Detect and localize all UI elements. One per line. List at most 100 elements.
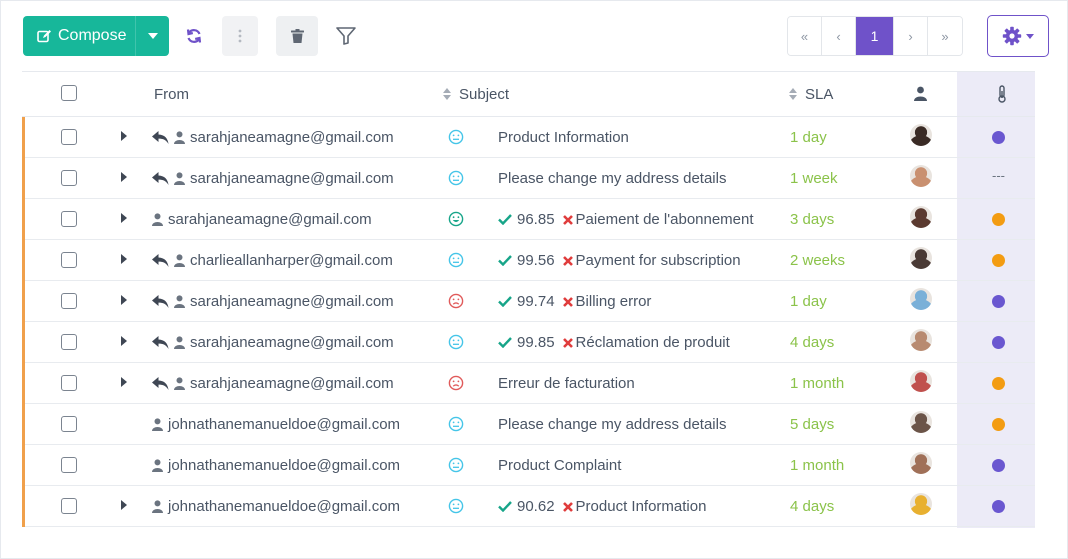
avatar[interactable] bbox=[910, 247, 932, 269]
subject-column-header[interactable]: Subject bbox=[443, 72, 509, 116]
subject-cell[interactable]: Product Complaint bbox=[498, 445, 621, 486]
user-icon bbox=[152, 500, 163, 513]
compose-label: Compose bbox=[58, 27, 127, 44]
compose-button-group: Compose bbox=[23, 16, 169, 56]
subject-cell[interactable]: 96.85 Paiement de l'abonnement bbox=[498, 199, 754, 240]
subject-text: Product Complaint bbox=[498, 457, 622, 474]
delete-button[interactable] bbox=[276, 16, 318, 56]
subject-cell[interactable]: Please change my address details bbox=[498, 404, 726, 445]
row-marker bbox=[22, 199, 25, 240]
avatar[interactable] bbox=[910, 329, 932, 351]
table-row[interactable]: sarahjaneamagne@gmail.com Please change m… bbox=[22, 158, 1035, 199]
current-page-button[interactable]: 1 bbox=[856, 17, 894, 55]
row-checkbox[interactable] bbox=[61, 457, 77, 473]
sla-header-label: SLA bbox=[805, 85, 834, 103]
from-email[interactable]: johnathanemanueldoe@gmail.com bbox=[168, 498, 400, 515]
table-row[interactable]: johnathanemanueldoe@gmail.com Please chan… bbox=[22, 404, 1035, 445]
sla-column-header[interactable]: SLA bbox=[789, 72, 833, 116]
avatar[interactable] bbox=[910, 165, 932, 187]
from-email[interactable]: charlieallanharper@gmail.com bbox=[190, 252, 393, 269]
subject-cell[interactable]: Product Information bbox=[498, 117, 629, 158]
sentiment-happy-icon bbox=[448, 211, 464, 231]
row-checkbox[interactable] bbox=[61, 170, 77, 186]
prev-page-button[interactable]: ‹ bbox=[822, 17, 856, 55]
subject-text: Réclamation de produit bbox=[575, 334, 730, 351]
priority-column-header[interactable] bbox=[997, 85, 1007, 103]
table-row[interactable]: sarahjaneamagne@gmail.com 99.85 Réclamatio… bbox=[22, 322, 1035, 363]
table-row[interactable]: sarahjaneamagne@gmail.com 96.85 Paiement d… bbox=[22, 199, 1035, 240]
priority-dot bbox=[992, 377, 1005, 390]
row-checkbox[interactable] bbox=[61, 334, 77, 350]
row-checkbox[interactable] bbox=[61, 375, 77, 391]
last-page-button[interactable]: » bbox=[928, 17, 962, 55]
priority-dot bbox=[992, 459, 1005, 472]
more-options-button[interactable] bbox=[222, 16, 258, 56]
subject-cell[interactable]: Erreur de facturation bbox=[498, 363, 635, 404]
expand-caret-icon[interactable] bbox=[121, 213, 127, 223]
sentiment-neutral-icon bbox=[448, 498, 464, 518]
compose-dropdown-toggle[interactable] bbox=[135, 16, 169, 56]
row-checkbox[interactable] bbox=[61, 416, 77, 432]
avatar[interactable] bbox=[910, 452, 932, 474]
avatar[interactable] bbox=[910, 411, 932, 433]
reply-icon bbox=[152, 377, 169, 390]
subject-cell[interactable]: Please change my address details bbox=[498, 158, 726, 199]
table-row[interactable]: sarahjaneamagne@gmail.com Erreur de factu… bbox=[22, 363, 1035, 404]
expand-caret-icon[interactable] bbox=[121, 172, 127, 182]
from-email[interactable]: sarahjaneamagne@gmail.com bbox=[168, 211, 372, 228]
select-all-cell bbox=[61, 85, 77, 101]
score-value: 99.74 bbox=[517, 293, 555, 310]
expand-caret-icon[interactable] bbox=[121, 336, 127, 346]
subject-cell[interactable]: 90.62 Product Information bbox=[498, 486, 706, 527]
avatar[interactable] bbox=[910, 370, 932, 392]
expand-caret-icon[interactable] bbox=[121, 254, 127, 264]
from-email[interactable]: johnathanemanueldoe@gmail.com bbox=[168, 416, 400, 433]
subject-cell[interactable]: 99.56 Payment for subscription bbox=[498, 240, 741, 281]
row-checkbox[interactable] bbox=[61, 498, 77, 514]
subject-cell[interactable]: 99.74 Billing error bbox=[498, 281, 651, 322]
next-page-button[interactable]: › bbox=[894, 17, 928, 55]
table-row[interactable]: johnathanemanueldoe@gmail.com 90.62 Produc… bbox=[22, 486, 1035, 527]
row-marker bbox=[22, 363, 25, 404]
from-cell: johnathanemanueldoe@gmail.com bbox=[152, 404, 400, 445]
avatar[interactable] bbox=[910, 206, 932, 228]
refresh-button[interactable] bbox=[176, 16, 212, 56]
refresh-icon bbox=[186, 29, 202, 43]
expand-caret-icon[interactable] bbox=[121, 131, 127, 141]
expand-caret-icon[interactable] bbox=[121, 377, 127, 387]
filter-button[interactable] bbox=[328, 16, 364, 56]
avatar[interactable] bbox=[910, 288, 932, 310]
first-page-button[interactable]: « bbox=[788, 17, 822, 55]
row-checkbox[interactable] bbox=[61, 129, 77, 145]
expand-caret-icon[interactable] bbox=[121, 295, 127, 305]
trash-icon bbox=[290, 29, 304, 43]
table-row[interactable]: charlieallanharper@gmail.com 99.56 Payment… bbox=[22, 240, 1035, 281]
assignee-column-header[interactable] bbox=[914, 86, 927, 101]
avatar[interactable] bbox=[910, 124, 932, 146]
row-checkbox[interactable] bbox=[61, 252, 77, 268]
caret-down-icon bbox=[1026, 33, 1034, 39]
row-checkbox[interactable] bbox=[61, 293, 77, 309]
table-row[interactable]: sarahjaneamagne@gmail.com 99.74 Billing er… bbox=[22, 281, 1035, 322]
from-email[interactable]: sarahjaneamagne@gmail.com bbox=[190, 293, 394, 310]
from-column-header[interactable]: From bbox=[154, 72, 189, 116]
reply-icon bbox=[152, 172, 169, 185]
expand-caret-icon[interactable] bbox=[121, 500, 127, 510]
from-email[interactable]: sarahjaneamagne@gmail.com bbox=[190, 375, 394, 392]
table-row[interactable]: sarahjaneamagne@gmail.com Product Informa… bbox=[22, 117, 1035, 158]
table-row[interactable]: johnathanemanueldoe@gmail.com Product Com… bbox=[22, 445, 1035, 486]
row-checkbox[interactable] bbox=[61, 211, 77, 227]
score-badge: 99.74 bbox=[498, 293, 573, 310]
from-email[interactable]: sarahjaneamagne@gmail.com bbox=[190, 334, 394, 351]
select-all-checkbox[interactable] bbox=[61, 85, 77, 101]
from-email[interactable]: johnathanemanueldoe@gmail.com bbox=[168, 457, 400, 474]
settings-button[interactable] bbox=[987, 15, 1049, 57]
from-email[interactable]: sarahjaneamagne@gmail.com bbox=[190, 170, 394, 187]
avatar[interactable] bbox=[910, 493, 932, 515]
sentiment-neutral-icon bbox=[448, 129, 464, 149]
compose-button[interactable]: Compose bbox=[23, 16, 135, 56]
sort-icon bbox=[443, 88, 451, 100]
from-email[interactable]: sarahjaneamagne@gmail.com bbox=[190, 129, 394, 146]
subject-cell[interactable]: 99.85 Réclamation de produit bbox=[498, 322, 730, 363]
thermometer-icon bbox=[998, 85, 1006, 103]
